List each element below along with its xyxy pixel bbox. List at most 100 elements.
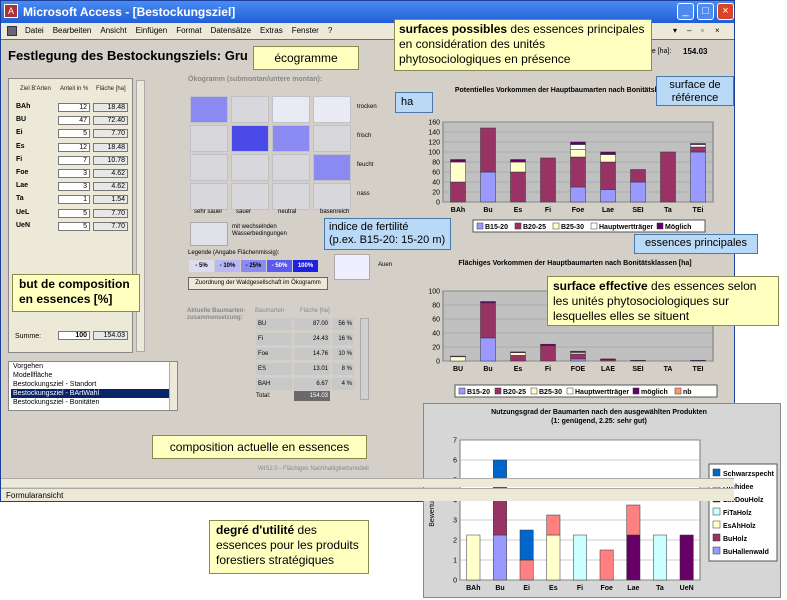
target-percent-input[interactable]: 5 xyxy=(58,221,90,231)
target-percent-input[interactable]: 47 xyxy=(58,116,90,126)
current-area: 24.43 xyxy=(294,333,330,345)
navigation-item[interactable]: Bestockungsziel - Bonitäten xyxy=(11,398,177,407)
access-icon: A xyxy=(4,4,18,18)
x-tick-label: LAE xyxy=(601,366,615,373)
possibles-bold: surfaces possibles xyxy=(399,22,508,36)
navigation-item[interactable]: Bestockungsziel - BArtWahl xyxy=(11,389,177,398)
legend-label: B20-25 xyxy=(503,389,526,396)
navigation-item[interactable]: Modellfläche xyxy=(11,371,177,380)
x-tick-label: TA xyxy=(664,366,673,373)
auen-label: Auen xyxy=(378,262,393,268)
target-percent-input[interactable]: 5 xyxy=(58,208,90,218)
menu-item[interactable]: Extras xyxy=(260,26,283,35)
sum-label: Summe: xyxy=(15,333,42,340)
menu-item[interactable]: Ansicht xyxy=(100,26,126,35)
navigation-item[interactable]: Vorgehen xyxy=(11,362,177,371)
current-area: 14.76 xyxy=(294,348,330,360)
menu-dropdown-icon[interactable]: ▾ xyxy=(673,23,677,39)
target-area-value: 7.70 xyxy=(93,221,128,231)
y-tick-label: 60 xyxy=(432,317,440,324)
oekogramm-cell xyxy=(231,183,269,210)
legend-swatch: - 5% xyxy=(189,260,214,272)
col-header-area: Fläche [ha] xyxy=(96,86,126,92)
current-species: BAH xyxy=(256,378,292,390)
minimize-button[interactable]: _ xyxy=(677,3,694,20)
bar-segment xyxy=(690,143,706,145)
callout-fertilite: indice de fertilité (p.ex. B15-20: 15-20 … xyxy=(324,218,451,250)
y-tick-label: 0 xyxy=(436,200,440,207)
menu-item[interactable]: Datei xyxy=(25,26,44,35)
oekogramm-col-label: sauer xyxy=(236,209,252,215)
menu-item[interactable]: Bearbeiten xyxy=(53,26,92,35)
bar-segment xyxy=(493,534,507,581)
bar-segment xyxy=(546,534,561,581)
bar-segment xyxy=(540,157,556,203)
x-tick-label: UeN xyxy=(680,585,694,592)
oekogramm-cell xyxy=(272,183,310,210)
menu-item[interactable]: Fenster xyxy=(292,26,319,35)
zuordnung-button[interactable]: Zuordnung der Waldgesellschaft im Ökogra… xyxy=(188,277,328,290)
x-tick-label: TEI xyxy=(693,366,704,373)
current-scrollbar[interactable] xyxy=(360,318,369,400)
bar-segment xyxy=(546,514,561,536)
horizontal-scrollbar[interactable] xyxy=(1,478,734,487)
close-button[interactable]: × xyxy=(717,3,734,20)
x-tick-label: Ta xyxy=(664,207,672,214)
legend-swatch xyxy=(530,387,538,395)
menu-item[interactable]: Format xyxy=(176,26,201,35)
legend-swatch xyxy=(590,222,598,230)
wechsel-label: mit wechselnden Wasserbedingungen xyxy=(232,224,287,237)
current-percent: 10 % xyxy=(332,348,354,360)
window-restore-icon[interactable]: ▫ xyxy=(701,23,704,39)
callout-possibles: surfaces possibles des essences principa… xyxy=(394,19,652,71)
window-minimize-icon[interactable]: – xyxy=(687,23,691,39)
x-tick-label: Bu xyxy=(483,366,492,373)
form-title: Festlegung des Bestockungsziels: Gru xyxy=(8,48,248,63)
oekogramm-cell xyxy=(313,96,351,123)
target-area-value: 18.48 xyxy=(93,103,128,112)
bar-segment xyxy=(626,534,641,581)
window-close-icon[interactable]: × xyxy=(715,23,720,39)
x-tick-label: BU xyxy=(453,366,463,373)
list-scrollbar[interactable] xyxy=(169,362,177,410)
target-area-value: 18.48 xyxy=(93,142,128,152)
menu-item[interactable]: ? xyxy=(328,26,332,35)
target-percent-input[interactable]: 7 xyxy=(58,155,90,165)
oekogramm-cell xyxy=(313,125,351,152)
current-area: 87.00 xyxy=(294,318,330,330)
y-tick-label: 0 xyxy=(436,359,440,366)
target-percent-input[interactable]: 1 xyxy=(58,195,90,205)
current-area: 13.01 xyxy=(294,363,330,375)
target-percent-input[interactable]: 12 xyxy=(58,142,90,152)
oekogramm-cell xyxy=(272,96,310,123)
current-percent: 16 % xyxy=(332,333,354,345)
bar-segment xyxy=(510,171,526,203)
effective-bold: surface effective xyxy=(553,279,648,293)
oekogramm-cell xyxy=(272,154,310,181)
current-title: Aktuelle Baumarten-zusammensetzung: xyxy=(187,308,246,321)
target-percent-input[interactable]: 12 xyxy=(58,103,90,112)
target-percent-input[interactable]: 5 xyxy=(58,129,90,139)
y-tick-label: 160 xyxy=(428,120,440,127)
oekogramm-cell xyxy=(313,183,351,210)
chart-subtitle: (1: genügend, 2.25: sehr gut) xyxy=(551,418,647,425)
auen-cell xyxy=(334,254,370,280)
bar-segment xyxy=(450,355,466,358)
x-tick-label: Bu xyxy=(495,585,504,592)
legend-swatch xyxy=(712,468,721,477)
navigation-item[interactable]: Bestockungsziel - Standort xyxy=(11,380,177,389)
target-area-value: 72.40 xyxy=(93,116,128,126)
legend-label: Möglich xyxy=(665,224,691,231)
bar-segment xyxy=(519,529,534,561)
maximize-button[interactable]: □ xyxy=(697,3,714,20)
menu-item[interactable]: Einfügen xyxy=(136,26,168,35)
bar-segment xyxy=(570,353,586,360)
bar-segment xyxy=(679,534,694,581)
legend-label: B25-30 xyxy=(539,389,562,396)
oekogramm-col-label: sehr sauer xyxy=(194,209,223,215)
target-percent-input[interactable]: 3 xyxy=(58,169,90,178)
menu-item[interactable]: Datensätze xyxy=(211,26,251,35)
sum-percent: 100 xyxy=(58,331,90,340)
legend-swatch: - 25% xyxy=(241,260,266,272)
target-percent-input[interactable]: 3 xyxy=(58,182,90,192)
